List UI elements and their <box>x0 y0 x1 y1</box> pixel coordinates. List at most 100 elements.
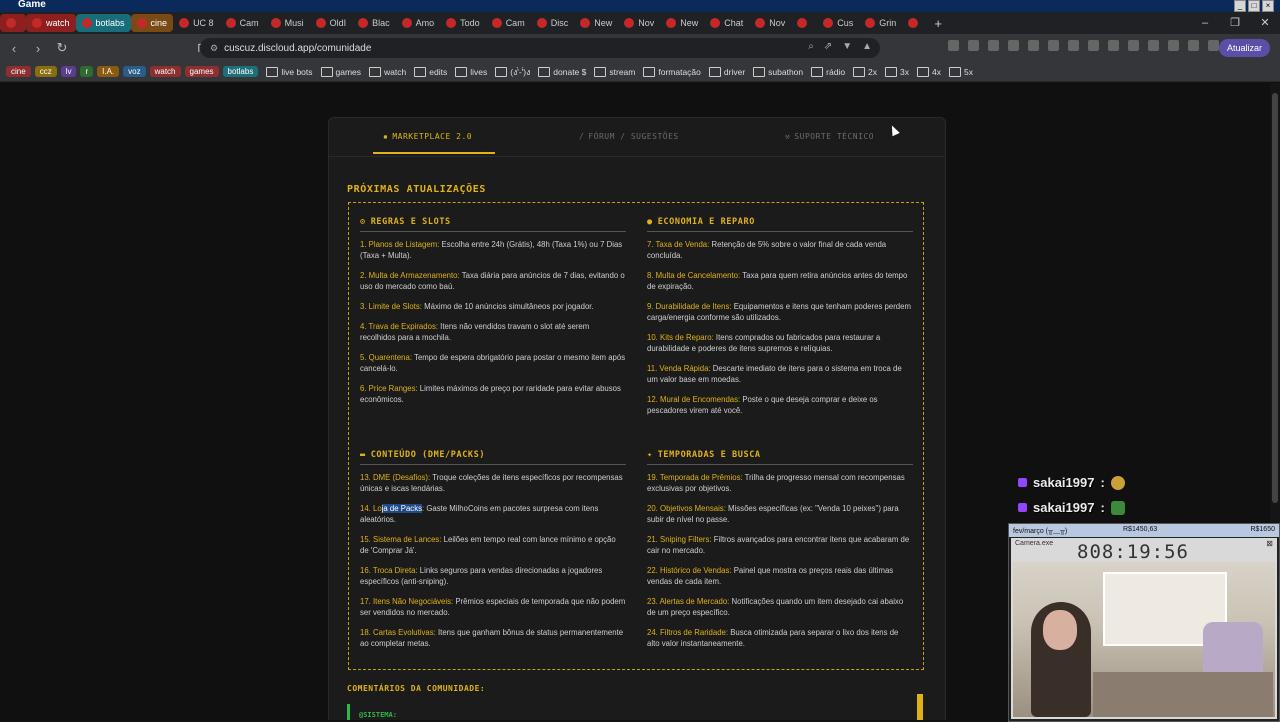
share-icon[interactable]: ⇗ <box>824 41 832 52</box>
zoom-icon[interactable]: ⌕ <box>808 41 814 52</box>
update-item: 10. Kits de Reparo: Itens comprados ou f… <box>647 332 913 354</box>
browser-tab[interactable] <box>791 14 817 32</box>
extension-icon[interactable] <box>1068 40 1079 51</box>
browser-tab[interactable] <box>0 14 26 32</box>
browser-tab[interactable]: Nov <box>618 14 660 32</box>
extension-icon[interactable] <box>1108 40 1119 51</box>
browser-tab[interactable]: Cam <box>220 14 265 32</box>
extension-icon[interactable] <box>1208 40 1219 51</box>
camera-window: Camera.exe ⊠ 808:19:56 <box>1011 538 1277 719</box>
maximize-icon[interactable]: □ <box>1248 0 1260 12</box>
browser-tab[interactable]: Cus <box>817 14 859 32</box>
browser-tab[interactable]: botlabs <box>75 14 131 32</box>
browser-tab[interactable]: UC 8 <box>173 14 220 32</box>
bookmark-item[interactable]: 4x <box>917 66 941 77</box>
browser-tab[interactable]: Musi <box>265 14 310 32</box>
update-button[interactable]: Atualizar <box>1218 39 1270 57</box>
reload-icon[interactable]: ↻ <box>52 40 72 56</box>
browser-tab[interactable]: Todo <box>440 14 486 32</box>
update-item: 18. Cartas Evolutivas: Itens que ganham … <box>360 627 626 649</box>
bookmark-group-chip[interactable]: cine <box>6 66 31 77</box>
bookmark-item[interactable]: stream <box>594 66 635 77</box>
extension-icon[interactable] <box>1128 40 1139 51</box>
bookmark-group-chip[interactable]: r <box>80 66 94 77</box>
chat-username: sakai1997 <box>1033 500 1095 515</box>
folder-icon <box>495 66 508 77</box>
close-icon[interactable]: × <box>1262 0 1274 12</box>
bookmark-item[interactable]: edits <box>414 66 447 77</box>
bookmark-item[interactable]: live bots <box>266 66 313 77</box>
tab-suporte[interactable]: ⚒ SUPORTE TÉCNICO <box>785 132 874 141</box>
bookmark-item[interactable]: driver <box>708 66 745 77</box>
extension-icon[interactable] <box>1028 40 1039 51</box>
bookmark-item[interactable]: formatação <box>643 66 701 77</box>
bookmark-item[interactable]: games <box>320 66 361 77</box>
extension-icon[interactable] <box>1008 40 1019 51</box>
bookmark-group-chip[interactable]: botlabs <box>222 66 259 77</box>
bookmark-group-chip[interactable]: games <box>184 66 219 77</box>
tab-strip: watch botlabs cine UC 8 Cam Musi OldI Blac Amo To… <box>0 12 1280 34</box>
column-icon: ▬ <box>360 450 366 460</box>
tab-marketplace[interactable]: ▪ MARKETPLACE 2.0 <box>383 132 472 141</box>
browser-tab[interactable]: Grin <box>859 14 902 32</box>
browser-tab[interactable] <box>902 14 928 32</box>
browser-tab[interactable]: OldI <box>310 14 353 32</box>
tab-label: OldI <box>329 18 347 28</box>
browser-tab[interactable]: Cam <box>486 14 531 32</box>
browser-tab[interactable]: Blac <box>352 14 396 32</box>
close-icon[interactable]: ✕ <box>1250 12 1280 34</box>
minimize-icon[interactable]: – <box>1190 12 1220 34</box>
new-tab-icon[interactable]: + <box>934 16 942 31</box>
bookmark-group-chip[interactable]: ccz <box>34 66 57 77</box>
browser-tab[interactable]: Disc <box>531 14 575 32</box>
bookmark-item[interactable]: (ง'̀-'́)ง <box>495 65 530 79</box>
bookmark-item[interactable]: rádio <box>811 66 845 77</box>
extension-icon[interactable] <box>988 40 999 51</box>
extension-icon[interactable] <box>1188 40 1199 51</box>
browser-tab[interactable]: New <box>574 14 618 32</box>
brave-shield-icon[interactable]: ▼ <box>842 41 852 52</box>
forward-icon[interactable]: › <box>28 41 48 56</box>
bookmark-group-chip[interactable]: I.A. <box>97 66 120 77</box>
extension-icon[interactable] <box>968 40 979 51</box>
browser-tab[interactable]: watch <box>26 14 76 32</box>
bookmark-item[interactable]: watch <box>369 66 406 77</box>
extension-icon[interactable] <box>1168 40 1179 51</box>
browser-tab[interactable]: New <box>660 14 704 32</box>
update-item-label: 12. Mural de Encomendas: <box>647 395 741 404</box>
bookmark-item[interactable]: 2x <box>853 66 877 77</box>
browser-tab[interactable]: Amo <box>396 14 441 32</box>
extension-icon[interactable] <box>1088 40 1099 51</box>
streamer-face <box>1043 610 1077 650</box>
extension-icon[interactable] <box>948 40 959 51</box>
tab-forum[interactable]: / FÓRUM / SUGESTÕES <box>579 132 679 141</box>
browser-window-controls[interactable]: – ❐ ✕ <box>1190 12 1280 34</box>
update-item: 24. Filtros de Raridade: Busca otimizada… <box>647 627 913 649</box>
browser-tab[interactable]: cine <box>130 14 174 32</box>
window-controls[interactable]: _ □ × <box>1234 0 1274 12</box>
bookmark-item[interactable]: 5x <box>949 66 973 77</box>
address-bar[interactable]: ⚙ cuscuz.discloud.app/comunidade ⌕ ⇗ ▼ ▲ <box>200 38 880 58</box>
divider <box>329 156 945 157</box>
site-info-icon[interactable]: ⚙ <box>210 43 218 54</box>
brave-rewards-icon[interactable]: ▲ <box>862 41 872 52</box>
bookmark-group-chip[interactable]: lv <box>60 66 77 77</box>
navigation-bar: ‹ › ↻ ⊓ ⚙ cuscuz.discloud.app/comunidade… <box>0 34 1280 62</box>
bookmark-item[interactable]: 3x <box>885 66 909 77</box>
bookmark-group-chip[interactable]: watch <box>149 66 181 77</box>
scrollbar-thumb[interactable] <box>1272 93 1278 503</box>
bookmark-item[interactable]: subathon <box>753 66 803 77</box>
url-text[interactable]: cuscuz.discloud.app/comunidade <box>224 43 371 54</box>
minimize-icon[interactable]: _ <box>1234 0 1246 12</box>
bookmark-group-chip[interactable]: voz <box>123 66 146 77</box>
bookmark-item[interactable]: lives <box>455 66 487 77</box>
restore-icon[interactable]: ❐ <box>1220 12 1250 34</box>
bookmark-item[interactable]: donate $ <box>538 66 586 77</box>
folder-icon <box>917 66 930 77</box>
extension-icon[interactable] <box>1048 40 1059 51</box>
back-icon[interactable]: ‹ <box>4 41 24 56</box>
extension-icon[interactable] <box>1148 40 1159 51</box>
browser-tab[interactable]: Chat <box>704 14 749 32</box>
browser-tab[interactable]: Nov <box>749 14 791 32</box>
comment-author: @SISTEMA: <box>359 711 397 719</box>
